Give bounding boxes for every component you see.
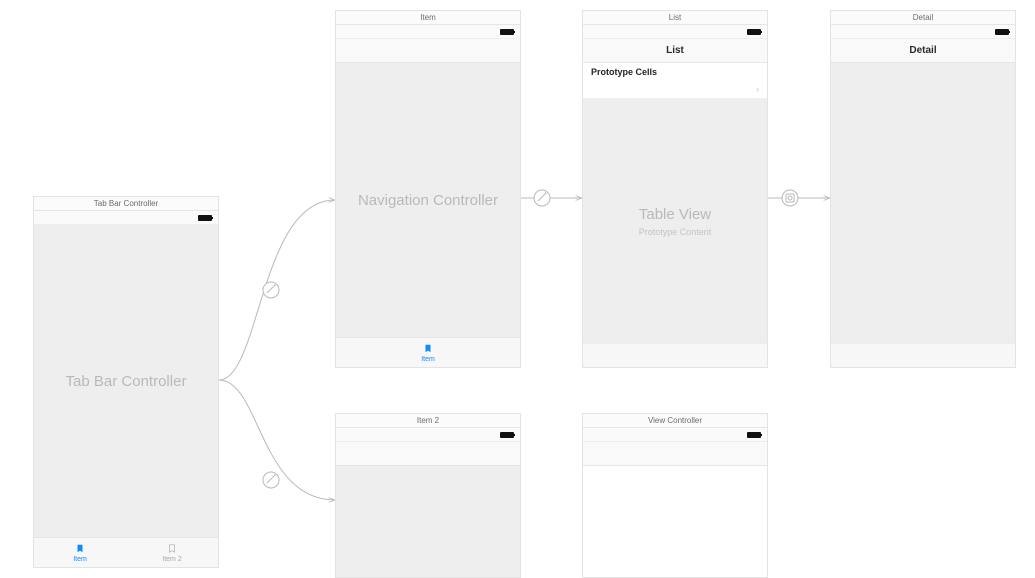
bookmark-icon (423, 342, 433, 355)
tab-bar-item-2[interactable]: Item 2 (126, 538, 218, 567)
placeholder-sub-label: Prototype Content (639, 227, 712, 237)
navigation-bar: List (583, 39, 767, 63)
scene-navigation-controller-item[interactable]: Item Navigation Controller Item (335, 10, 521, 368)
disclosure-indicator-icon: › (756, 84, 759, 94)
status-bar (336, 428, 520, 442)
battery-icon (198, 215, 212, 221)
placeholder-label: Tab Bar Controller (66, 373, 187, 390)
scene-list[interactable]: List List Prototype Cells › Table View P… (582, 10, 768, 368)
bookmark-icon (167, 542, 177, 555)
battery-icon (500, 432, 514, 438)
scene-body (336, 466, 520, 577)
bottom-bar: Item (336, 337, 520, 367)
scene-title: List (583, 11, 767, 25)
tab-bar-item-label: Item (73, 556, 87, 563)
battery-icon (747, 29, 761, 35)
scene-body (583, 466, 767, 577)
scene-title: Item (336, 11, 520, 25)
status-bar (583, 428, 767, 442)
scene-title: Tab Bar Controller (34, 197, 218, 211)
navigation-bar (336, 442, 520, 466)
status-bar (336, 25, 520, 39)
scene-body (831, 63, 1015, 343)
scene-view-controller[interactable]: View Controller (582, 413, 768, 578)
tab-bar-item-1[interactable]: Item (34, 538, 126, 567)
placeholder-label: Table View (639, 206, 711, 223)
placeholder-label: Navigation Controller (358, 192, 498, 209)
table-body: Table View Prototype Content (583, 99, 767, 343)
scene-tab-bar-controller[interactable]: Tab Bar Controller Tab Bar Controller It… (33, 196, 219, 568)
nav-title: Detail (909, 45, 936, 56)
scene-title: View Controller (583, 414, 767, 428)
status-bar (583, 25, 767, 39)
table-section: Prototype Cells › (583, 63, 767, 99)
status-bar (34, 211, 218, 225)
bottom-bar (831, 343, 1015, 367)
prototype-cell[interactable]: › (583, 79, 767, 99)
navigation-bar (583, 442, 767, 466)
tab-bar-item-label: Item 2 (162, 556, 181, 563)
prototype-cells-header: Prototype Cells (583, 63, 767, 79)
scene-title: Item 2 (336, 414, 520, 428)
scene-body: Navigation Controller (336, 63, 520, 337)
tab-bar-item-label: Item (421, 356, 435, 363)
bottom-bar (583, 343, 767, 367)
nav-title: List (666, 45, 684, 56)
battery-icon (995, 29, 1009, 35)
tab-bar-item[interactable]: Item (413, 338, 443, 367)
scene-body: Tab Bar Controller (34, 225, 218, 537)
battery-icon (747, 432, 761, 438)
scene-detail[interactable]: Detail Detail (830, 10, 1016, 368)
navigation-bar (336, 39, 520, 63)
navigation-bar: Detail (831, 39, 1015, 63)
battery-icon (500, 29, 514, 35)
bookmark-icon (75, 542, 85, 555)
scene-title: Detail (831, 11, 1015, 25)
status-bar (831, 25, 1015, 39)
tab-bar: Item Item 2 (34, 537, 218, 567)
scene-navigation-controller-item-2[interactable]: Item 2 (335, 413, 521, 578)
